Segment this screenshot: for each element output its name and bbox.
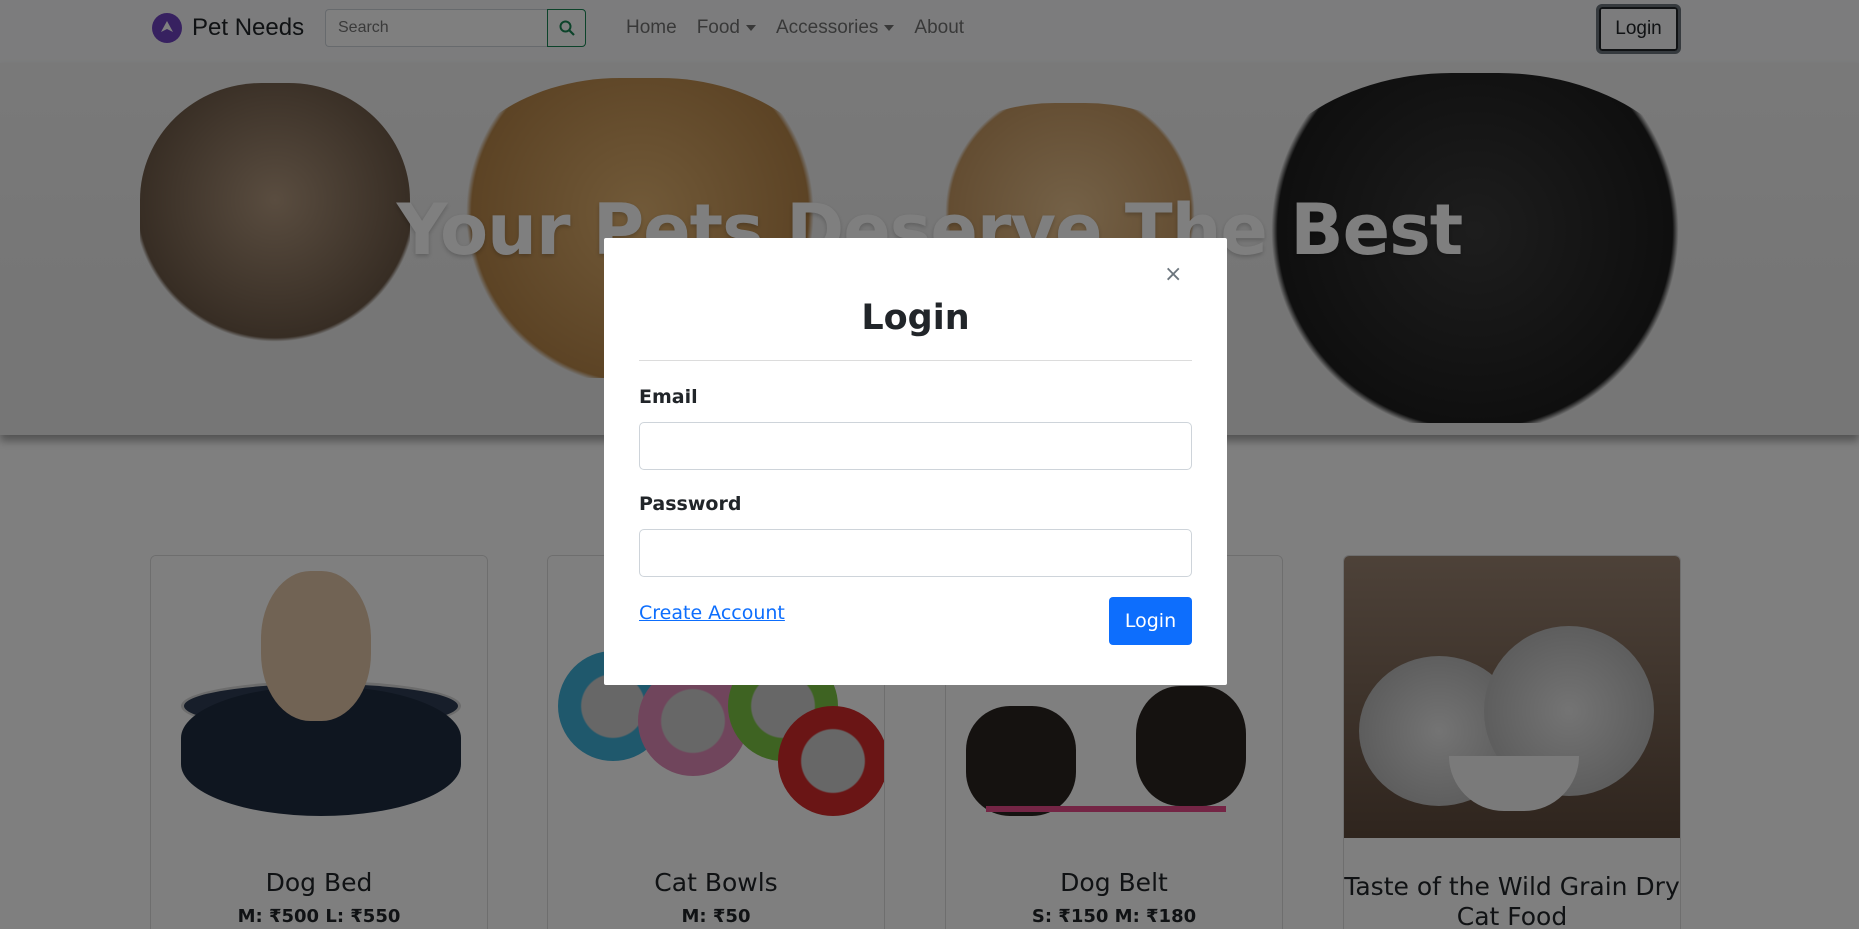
login-submit-button[interactable]: Login xyxy=(1109,597,1192,645)
close-icon[interactable]: × xyxy=(1164,264,1182,286)
email-field[interactable] xyxy=(639,422,1192,470)
modal-title: Login xyxy=(861,298,970,338)
password-field[interactable] xyxy=(639,529,1192,577)
email-label: Email xyxy=(639,386,698,408)
divider xyxy=(639,360,1192,361)
password-label: Password xyxy=(639,493,742,515)
create-account-link[interactable]: Create Account xyxy=(639,602,785,624)
login-modal: × Login Email Password Create Account Lo… xyxy=(604,238,1227,685)
